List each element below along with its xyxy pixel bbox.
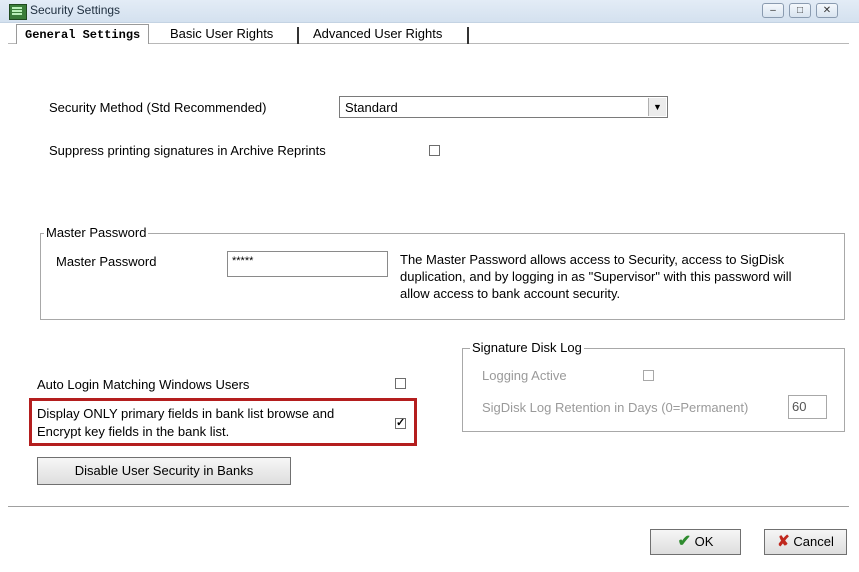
title-bar[interactable]: Security Settings – □ ✕ [0, 0, 859, 23]
tab-general-settings[interactable]: General Settings [16, 24, 150, 44]
signature-disk-log-group [462, 348, 845, 432]
tab-advanced-user-rights[interactable]: Advanced User Rights [305, 24, 450, 44]
cancel-button[interactable]: ✘ Cancel [764, 529, 847, 555]
cross-icon: ✘ [777, 533, 790, 550]
checkmark-icon: ✓ [396, 417, 406, 429]
auto-login-label: Auto Login Matching Windows Users [37, 377, 250, 392]
retention-days-input[interactable]: 60 [788, 395, 827, 419]
master-password-description: The Master Password allows access to Sec… [400, 252, 792, 301]
app-icon [9, 4, 27, 20]
security-settings-window: Security Settings – □ ✕ General Settings… [0, 0, 859, 572]
suppress-signatures-label: Suppress printing signatures in Archive … [49, 143, 326, 158]
close-icon: ✕ [822, 5, 832, 16]
tab-separator [297, 27, 299, 44]
auto-login-checkbox[interactable] [395, 378, 406, 389]
security-method-select[interactable]: Standard ▼ [339, 96, 668, 118]
tab-basic-user-rights[interactable]: Basic User Rights [162, 24, 281, 44]
maximize-icon: □ [796, 5, 804, 16]
logging-active-label: Logging Active [482, 368, 567, 383]
retention-days-label: SigDisk Log Retention in Days (0=Permane… [482, 400, 749, 415]
disable-user-security-button[interactable]: Disable User Security in Banks [37, 457, 291, 485]
close-button[interactable]: ✕ [816, 3, 838, 18]
dropdown-arrow-icon[interactable]: ▼ [648, 98, 666, 116]
master-password-group-title: Master Password [44, 225, 149, 240]
logging-active-checkbox[interactable] [643, 370, 654, 381]
security-method-label: Security Method (Std Recommended) [49, 100, 267, 115]
security-method-value: Standard [345, 100, 398, 115]
window-title: Security Settings [30, 3, 121, 17]
check-icon: ✔ [677, 533, 691, 550]
display-only-checkbox[interactable]: ✓ [395, 418, 406, 429]
signature-disk-log-group-title: Signature Disk Log [470, 340, 584, 355]
tab-separator [467, 27, 469, 44]
maximize-button[interactable]: □ [789, 3, 811, 18]
display-only-label-line1: Display ONLY primary fields in bank list… [37, 406, 335, 421]
display-only-label-line2: Encrypt key fields in the bank list. [37, 424, 230, 439]
master-password-input[interactable]: ***** [227, 251, 388, 277]
ok-button[interactable]: ✔ OK [650, 529, 741, 555]
cancel-button-label: Cancel [793, 534, 834, 549]
minimize-button[interactable]: – [762, 3, 784, 18]
master-password-label: Master Password [56, 254, 157, 269]
ok-button-label: OK [694, 534, 714, 549]
minimize-icon: – [770, 5, 776, 16]
suppress-signatures-checkbox[interactable] [429, 145, 440, 156]
